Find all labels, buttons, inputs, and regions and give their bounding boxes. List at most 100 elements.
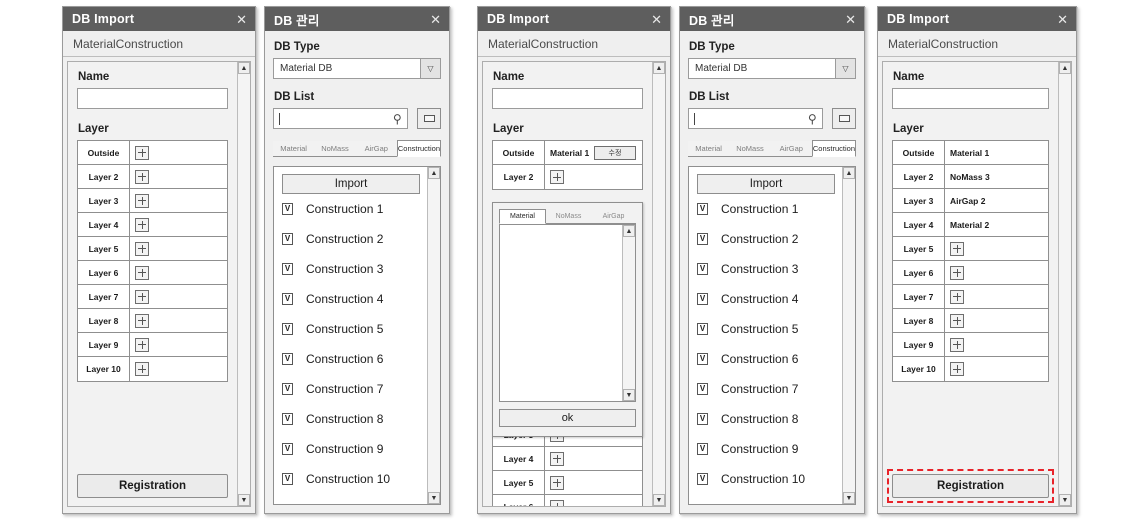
list-item[interactable]: V Construction 3: [282, 254, 420, 284]
db-import-window-3[interactable]: DB Import ✕ MaterialConstruction Name La…: [877, 6, 1077, 514]
layer-value-cell[interactable]: [130, 285, 227, 308]
checkbox-icon[interactable]: V: [697, 263, 708, 275]
checkbox-icon[interactable]: V: [282, 293, 293, 305]
scroll-down-button[interactable]: ▼: [1059, 494, 1071, 506]
list-item[interactable]: V Construction 9: [282, 434, 420, 464]
table-row[interactable]: Layer 6: [78, 261, 227, 285]
material-chooser-popup[interactable]: Material NoMass AirGap ▲ ▼ ok: [492, 202, 643, 437]
remove-button[interactable]: [417, 108, 441, 129]
popup-scrollbar[interactable]: ▲ ▼: [622, 225, 635, 401]
db-manage-window-2[interactable]: DB 관리 ✕ DB Type Material DB ▽ DB List ⚲ …: [679, 6, 865, 514]
db-import-window-2[interactable]: DB Import ✕ MaterialConstruction Name La…: [477, 6, 671, 514]
layer-value-cell[interactable]: [945, 237, 1048, 260]
scroll-up-button[interactable]: ▲: [653, 62, 665, 74]
layer-value-cell[interactable]: AirGap 2: [945, 189, 1048, 212]
checkbox-icon[interactable]: V: [282, 233, 293, 245]
table-row[interactable]: Layer 8: [78, 309, 227, 333]
layer-value-cell[interactable]: Material 1 수정: [545, 141, 642, 164]
add-square-icon[interactable]: [135, 362, 149, 376]
list-item[interactable]: V Construction 6: [282, 344, 420, 374]
list-item[interactable]: V Construction 2: [282, 224, 420, 254]
vertical-scrollbar[interactable]: ▲ ▼: [1058, 62, 1071, 506]
table-row[interactable]: Layer 9: [893, 333, 1048, 357]
db-list-box[interactable]: Import V Construction 1 V Construction 2 V Co…: [273, 166, 441, 505]
checkbox-icon[interactable]: V: [282, 203, 293, 215]
add-square-icon[interactable]: [135, 313, 149, 328]
table-row[interactable]: Layer 10: [893, 357, 1048, 381]
table-row[interactable]: Layer 2 NoMass 3: [893, 165, 1048, 189]
add-square-icon[interactable]: [950, 337, 964, 352]
table-row[interactable]: Outside Material 1: [893, 141, 1048, 165]
close-icon[interactable]: ✕: [1057, 13, 1068, 26]
add-square-icon[interactable]: [135, 265, 149, 280]
ok-button[interactable]: ok: [499, 409, 636, 427]
add-square-icon[interactable]: [135, 193, 149, 208]
import-button[interactable]: Import: [282, 174, 420, 194]
tab-nomass[interactable]: NoMass: [314, 141, 356, 156]
tab-airgap[interactable]: AirGap: [770, 141, 812, 156]
layer-value-cell[interactable]: [130, 141, 227, 164]
add-square-icon[interactable]: [135, 289, 149, 304]
layer-value-cell[interactable]: [130, 309, 227, 332]
list-item[interactable]: V Construction 7: [282, 374, 420, 404]
table-row[interactable]: Layer 8: [893, 309, 1048, 333]
add-square-icon[interactable]: [950, 362, 964, 376]
close-icon[interactable]: ✕: [845, 13, 856, 26]
close-icon[interactable]: ✕: [651, 13, 662, 26]
edit-button[interactable]: 수정: [594, 145, 636, 160]
title-bar[interactable]: DB 관리 ✕: [265, 7, 449, 31]
checkbox-icon[interactable]: V: [697, 443, 708, 455]
add-square-icon[interactable]: [550, 170, 564, 184]
table-row[interactable]: Outside: [78, 141, 227, 165]
popup-list[interactable]: ▲ ▼: [499, 224, 636, 402]
layer-value-cell[interactable]: [130, 165, 227, 188]
scroll-up-button[interactable]: ▲: [1059, 62, 1071, 74]
list-item[interactable]: V Construction 4: [282, 284, 420, 314]
layer-value-cell[interactable]: [945, 309, 1048, 332]
list-item[interactable]: V Construction 3: [697, 254, 835, 284]
title-bar[interactable]: DB Import ✕: [63, 7, 255, 31]
checkbox-icon[interactable]: V: [282, 473, 293, 485]
add-square-icon[interactable]: [135, 337, 149, 352]
search-input[interactable]: ⚲: [688, 108, 823, 129]
list-item[interactable]: V Construction 10: [697, 464, 835, 494]
table-row[interactable]: Layer 7: [893, 285, 1048, 309]
import-button[interactable]: Import: [697, 174, 835, 194]
table-row[interactable]: Layer 9: [78, 333, 227, 357]
name-input[interactable]: [892, 88, 1049, 109]
layer-value-cell[interactable]: Material 2: [945, 213, 1048, 236]
scroll-down-button[interactable]: ▼: [428, 492, 440, 504]
db-import-window-1[interactable]: DB Import ✕ MaterialConstruction Name La…: [62, 6, 256, 514]
checkbox-icon[interactable]: V: [697, 323, 708, 335]
list-item[interactable]: V Construction 2: [697, 224, 835, 254]
search-input[interactable]: ⚲: [273, 108, 408, 129]
tab-material[interactable]: Material: [688, 141, 730, 156]
layer-value-cell[interactable]: [545, 447, 642, 470]
add-square-icon[interactable]: [550, 451, 564, 466]
layer-value-cell[interactable]: [130, 333, 227, 356]
scroll-up-button[interactable]: ▲: [623, 225, 635, 237]
scroll-up-button[interactable]: ▲: [843, 167, 855, 179]
scroll-down-button[interactable]: ▼: [238, 494, 250, 506]
layer-value-cell[interactable]: [545, 165, 642, 189]
table-row[interactable]: Layer 5: [893, 237, 1048, 261]
table-row[interactable]: Layer 5: [78, 237, 227, 261]
table-row[interactable]: Layer 6: [893, 261, 1048, 285]
title-bar[interactable]: DB Import ✕: [878, 7, 1076, 31]
registration-button[interactable]: Registration: [77, 474, 228, 498]
add-square-icon[interactable]: [950, 265, 964, 280]
close-icon[interactable]: ✕: [236, 13, 247, 26]
tab-nomass[interactable]: NoMass: [729, 141, 771, 156]
db-tabs[interactable]: Material NoMass AirGap Construction: [688, 139, 856, 157]
popup-tabs[interactable]: Material NoMass AirGap: [499, 208, 636, 224]
name-input[interactable]: [77, 88, 228, 109]
table-row[interactable]: Layer 4: [493, 447, 642, 471]
list-item[interactable]: V Construction 7: [697, 374, 835, 404]
table-row[interactable]: Layer 4 Material 2: [893, 213, 1048, 237]
list-scrollbar[interactable]: ▲ ▼: [427, 167, 440, 504]
checkbox-icon[interactable]: V: [697, 203, 708, 215]
list-scrollbar[interactable]: ▲ ▼: [842, 167, 855, 504]
table-row[interactable]: Layer 3: [78, 189, 227, 213]
list-item[interactable]: V Construction 9: [697, 434, 835, 464]
table-row[interactable]: Layer 2: [493, 165, 642, 189]
